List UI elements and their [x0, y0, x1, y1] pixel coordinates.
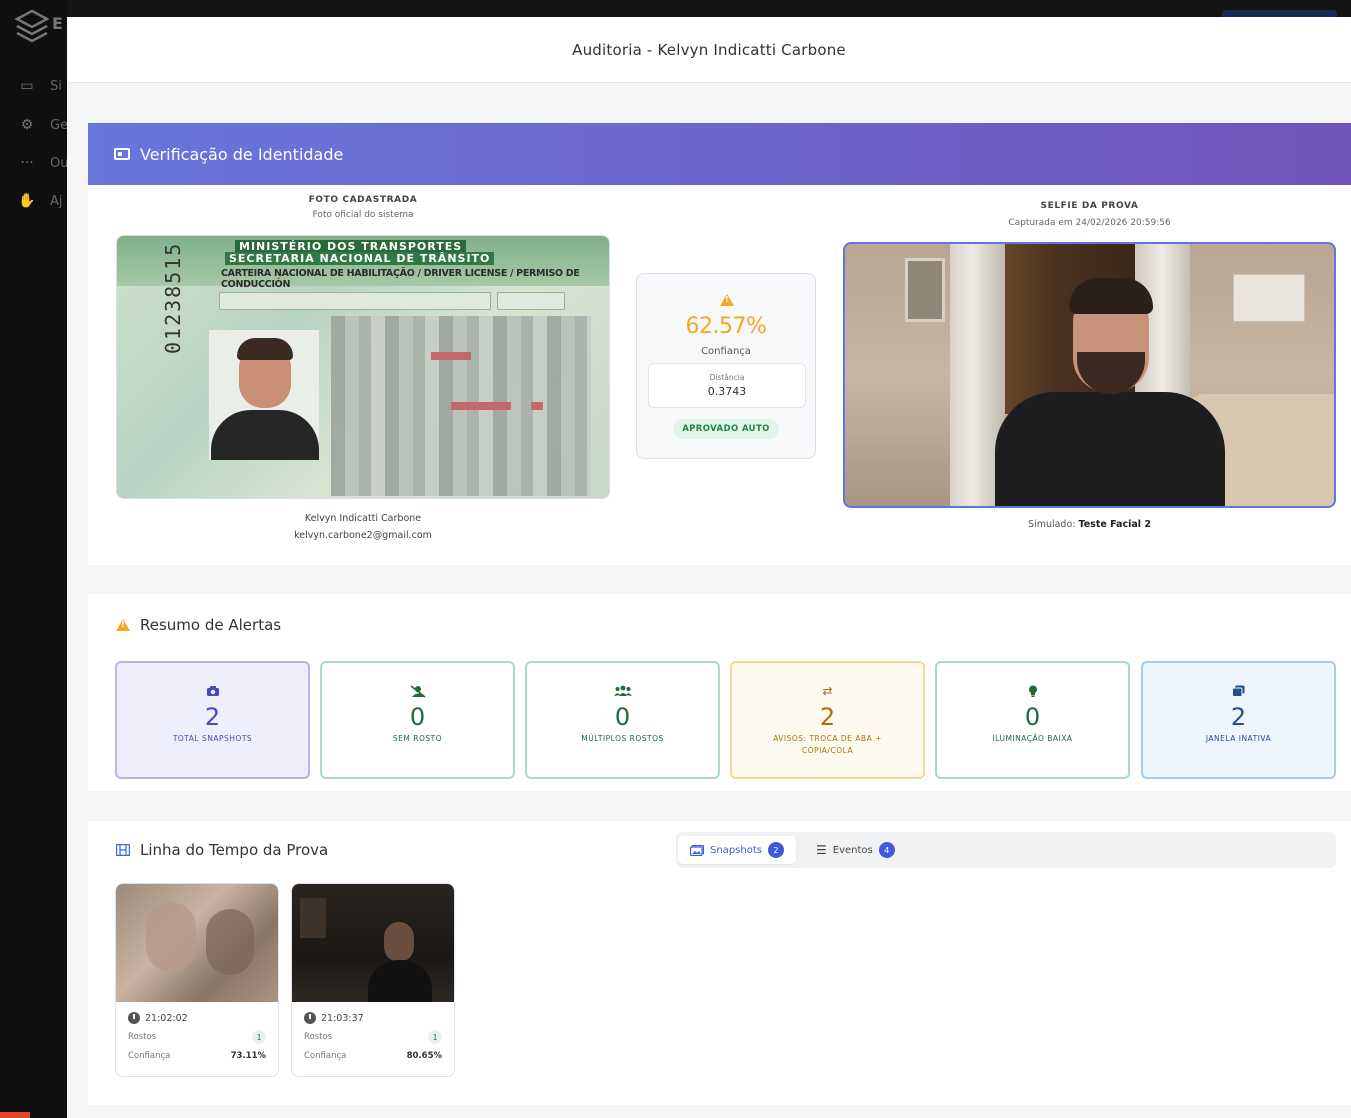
registered-photo-sub: Foto oficial do sistema	[312, 210, 414, 220]
snapshot-image	[116, 884, 278, 1002]
stat-no-face: 0 SEM ROSTO	[320, 661, 515, 779]
confidence-panel: 62.57% Confiança Distância 0.3743 APROVA…	[636, 273, 816, 459]
redacted-data	[331, 316, 591, 496]
film-icon	[116, 844, 130, 856]
license-number: 01238515	[161, 241, 185, 354]
logo-icon	[14, 9, 50, 43]
clock-icon	[128, 1012, 140, 1024]
tab-events[interactable]: ☰ Eventos 4	[804, 836, 907, 864]
sidebar-item-3[interactable]: ✋ Aj	[18, 193, 62, 209]
snapshot-time: 21:02:02	[145, 1012, 188, 1024]
registered-photo-label: FOTO CADASTRADA	[308, 195, 418, 205]
snapshot-confidence: 73.11%	[230, 1051, 266, 1061]
selfie-photo[interactable]	[843, 242, 1336, 508]
stat-inactive-window: 2 JANELA INATIVA	[1141, 661, 1336, 779]
stat-tab-switch-warnings: ⇄ 2 AVISOS: TROCA DE ABA + CÓPIA/COLA	[730, 661, 925, 779]
timeline-header: Linha do Tempo da Prova	[116, 841, 328, 859]
exam-name: Simulado: Teste Facial 2	[1028, 519, 1151, 530]
exchange-icon: ⇄	[822, 684, 833, 698]
stat-low-light: 0 ILUMINAÇÃO BAIXA	[935, 661, 1130, 779]
warning-icon	[720, 294, 734, 306]
dots-icon: ···	[20, 155, 34, 171]
modal-header: Auditoria - Kelvyn Indicatti Carbone	[67, 17, 1351, 83]
audit-modal: Auditoria - Kelvyn Indicatti Carbone Ver…	[67, 17, 1351, 1118]
images-icon	[690, 844, 704, 856]
faces-count: 1	[428, 1030, 442, 1044]
handshake-icon: ✋	[18, 193, 36, 209]
camera-icon	[117, 683, 308, 699]
status-marker	[0, 1112, 30, 1118]
registered-photo[interactable]: MINISTÉRIO DOS TRANSPORTES SECRETARIA NA…	[116, 235, 610, 499]
confidence-label: Confiança	[701, 346, 751, 357]
events-count: 4	[878, 842, 895, 858]
faces-count: 1	[252, 1030, 266, 1044]
sidebar-item-2[interactable]: ··· Ou	[18, 155, 68, 171]
distance-box: Distância 0.3743	[648, 363, 806, 408]
user-slash-icon	[322, 683, 513, 699]
bulb-icon	[937, 683, 1128, 699]
timeline-title: Linha do Tempo da Prova	[140, 841, 329, 859]
list-icon: ☰	[816, 843, 827, 857]
users-icon	[527, 683, 718, 699]
sidebar-item-0[interactable]: ▭ Si	[18, 78, 62, 94]
alerts-card: Resumo de Alertas 2 TOTAL SNAPSHOTS 0 SE…	[88, 594, 1351, 791]
identity-card: Verificação de Identidade FOTO CADASTRAD…	[88, 123, 1351, 565]
distance-label: Distância	[709, 373, 745, 382]
window-icon	[1143, 683, 1334, 699]
identity-title: Verificação de Identidade	[140, 144, 344, 164]
license-title-text: CARTEIRA NACIONAL DE HABILITAÇÃO / DRIVE…	[221, 268, 580, 290]
gears-icon: ⚙	[20, 117, 34, 133]
selfie-capture-time: Capturada em 24/02/2026 20:59:56	[1008, 218, 1171, 228]
clock-icon	[304, 1012, 316, 1024]
timeline-tabs: Snapshots 2 ☰ Eventos 4	[676, 832, 1336, 868]
app-sidebar: E ▭ Si ⚙ Ge ··· Ou ✋ Aj	[0, 0, 68, 1118]
alerts-title: Resumo de Alertas	[140, 616, 282, 634]
snapshots-count: 2	[767, 842, 784, 858]
student-email: kelvyn.carbone2@gmail.com	[294, 530, 432, 541]
stat-total-snapshots: 2 TOTAL SNAPSHOTS	[115, 661, 310, 779]
sidebar-item-1[interactable]: ⚙ Ge	[18, 117, 68, 133]
snapshot-image	[292, 884, 454, 1002]
app-name: E	[52, 14, 63, 33]
snapshot-card[interactable]: 21:03:37 Rostos 1 Confiança 80.65%	[291, 883, 455, 1077]
snapshot-time: 21:03:37	[321, 1012, 364, 1024]
student-name: Kelvyn Indicatti Carbone	[304, 513, 422, 524]
identity-header: Verificação de Identidade	[88, 123, 1351, 185]
modal-title: Auditoria - Kelvyn Indicatti Carbone	[572, 40, 846, 59]
id-card-icon	[114, 148, 130, 160]
confidence-value: 62.57%	[685, 314, 767, 339]
snapshot-confidence: 80.65%	[406, 1051, 442, 1061]
license-secretary-text: SECRETARIA NACIONAL DE TRÂNSITO	[225, 252, 495, 265]
warning-icon	[116, 619, 130, 631]
stat-multiple-faces: 0 MÚLTIPLOS ROSTOS	[525, 661, 720, 779]
license-face-photo	[209, 330, 319, 460]
tab-snapshots[interactable]: Snapshots 2	[678, 836, 796, 864]
selfie-label: SELFIE DA PROVA	[1040, 201, 1139, 211]
layout-icon: ▭	[20, 78, 34, 94]
snapshot-card[interactable]: 21:02:02 Rostos 1 Confiança 73.11%	[115, 883, 279, 1077]
alerts-header: Resumo de Alertas	[116, 616, 281, 634]
distance-value: 0.3743	[707, 385, 747, 398]
approval-badge: APROVADO AUTO	[673, 419, 779, 439]
timeline-card: Linha do Tempo da Prova Snapshots 2 ☰ Ev…	[88, 821, 1351, 1105]
